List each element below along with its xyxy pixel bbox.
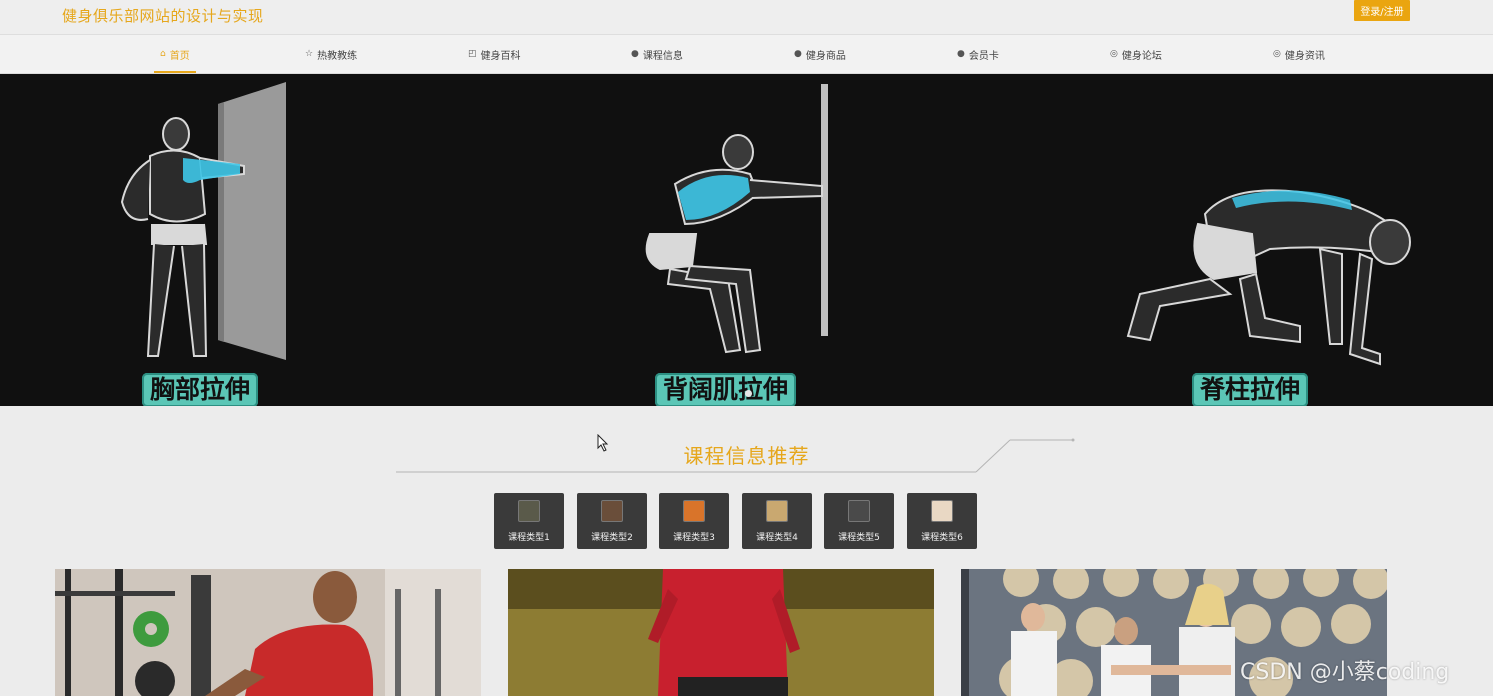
- carousel-indicator-dot[interactable]: [745, 390, 752, 397]
- banner-carousel[interactable]: 胸部拉伸 背阔肌拉伸 脊柱拉伸: [0, 74, 1493, 406]
- category-button-4[interactable]: 课程类型4: [742, 493, 812, 549]
- category-thumbnail: [931, 500, 953, 522]
- nav-item-label: 会员卡: [968, 50, 999, 62]
- category-button-3[interactable]: 课程类型3: [659, 493, 729, 549]
- nav-item-label: 健身论坛: [1121, 50, 1162, 62]
- category-label: 课程类型3: [673, 533, 715, 543]
- nav-item-membership[interactable]: ● 会员卡: [957, 35, 999, 73]
- forum-icon: ◎: [1110, 48, 1118, 59]
- nav-item-home[interactable]: ⌂ 首页: [154, 35, 196, 73]
- course-card-2[interactable]: [508, 569, 934, 696]
- main-nav: ⌂ 首页 ☆ 热教教练 ◰ 健身百科 ● 课程信息 ● 健身商品 ● 会员卡 ◎…: [0, 35, 1493, 74]
- category-thumbnail: [848, 500, 870, 522]
- question-icon: ●: [794, 48, 802, 59]
- nav-item-label: 首页: [169, 50, 190, 62]
- spine-stretch-illustration: [1126, 189, 1411, 366]
- category-label: 课程类型4: [756, 533, 798, 543]
- category-thumbnail: [518, 500, 540, 522]
- nav-item-news[interactable]: ◎ 健身资讯: [1273, 35, 1325, 73]
- nav-item-label: 热教教练: [317, 50, 358, 62]
- news-icon: ◎: [1273, 48, 1281, 59]
- category-label: 课程类型2: [591, 533, 633, 543]
- category-label: 课程类型6: [921, 533, 963, 543]
- banner-slide-chest: 胸部拉伸: [0, 74, 500, 406]
- site-title[interactable]: 健身俱乐部网站的设计与实现: [62, 5, 264, 26]
- nav-item-courses[interactable]: ● 课程信息: [631, 35, 683, 73]
- nav-item-forum[interactable]: ◎ 健身论坛: [1110, 35, 1162, 73]
- course-image-runner: [508, 569, 934, 696]
- course-image-gym-man: [55, 569, 481, 696]
- banner-slide-spine: 脊柱拉伸: [1000, 74, 1493, 406]
- csdn-watermark: CSDN @小蔡coding: [1240, 660, 1450, 685]
- nav-item-coaches[interactable]: ☆ 热教教练: [305, 35, 357, 73]
- nav-item-label: 课程信息: [642, 50, 683, 62]
- home-icon: ⌂: [160, 48, 166, 59]
- category-button-2[interactable]: 课程类型2: [577, 493, 647, 549]
- category-thumbnail: [766, 500, 788, 522]
- nav-item-products[interactable]: ● 健身商品: [794, 35, 846, 73]
- bag-icon: ◰: [468, 48, 477, 59]
- category-thumbnail: [601, 500, 623, 522]
- nav-item-label: 健身商品: [805, 50, 846, 62]
- login-register-button[interactable]: 登录/注册: [1354, 0, 1410, 21]
- stretch-label: 背阔肌拉伸: [655, 373, 797, 406]
- section-title: 课程信息推荐: [683, 444, 810, 468]
- stretch-label: 脊柱拉伸: [1192, 373, 1309, 406]
- lat-stretch-illustration: [645, 84, 828, 354]
- star-icon: ☆: [305, 48, 314, 59]
- category-button-5[interactable]: 课程类型5: [824, 493, 894, 549]
- nav-item-label: 健身资讯: [1284, 50, 1325, 62]
- banner-slide-lat: 背阔肌拉伸: [500, 74, 1000, 406]
- category-label: 课程类型1: [508, 533, 550, 543]
- nav-item-label: 健身百科: [480, 50, 521, 62]
- mouse-cursor-icon: [597, 434, 609, 452]
- nav-item-encyclopedia[interactable]: ◰ 健身百科: [468, 35, 521, 73]
- category-thumbnail: [683, 500, 705, 522]
- chest-stretch-illustration: [120, 82, 286, 360]
- card-icon: ●: [957, 48, 965, 59]
- course-card-1[interactable]: [55, 569, 481, 696]
- category-label: 课程类型5: [838, 533, 880, 543]
- top-bar: 健身俱乐部网站的设计与实现 登录/注册: [0, 0, 1493, 35]
- info-icon: ●: [631, 48, 639, 59]
- category-button-1[interactable]: 课程类型1: [494, 493, 564, 549]
- category-button-6[interactable]: 课程类型6: [907, 493, 977, 549]
- stretch-label: 胸部拉伸: [142, 373, 259, 406]
